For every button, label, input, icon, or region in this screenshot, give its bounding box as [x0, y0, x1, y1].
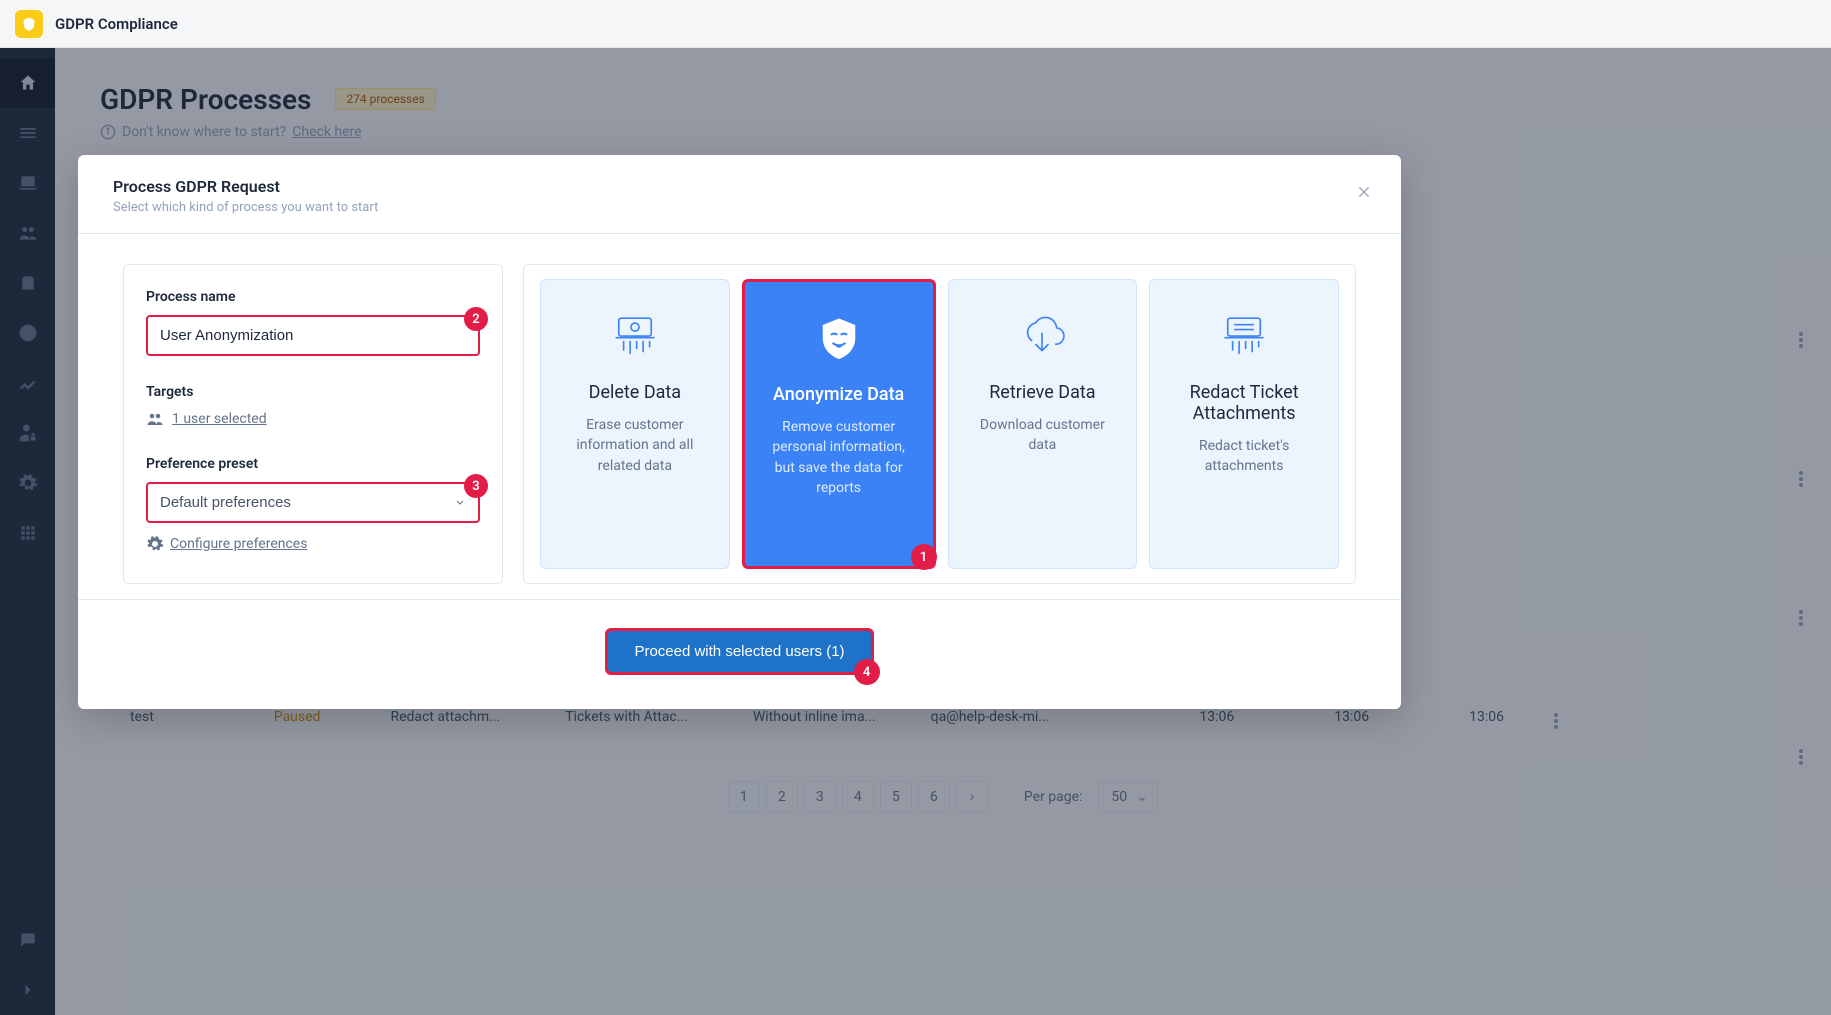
card-retrieve-data[interactable]: Retrieve Data Download customer data [948, 279, 1138, 569]
modal-title: Process GDPR Request [113, 177, 1366, 196]
card-title: Retrieve Data [989, 382, 1095, 403]
proceed-button[interactable]: Proceed with selected users (1) [605, 628, 873, 675]
card-desc: Remove customer personal information, bu… [759, 417, 919, 498]
card-title: Delete Data [589, 382, 681, 403]
configure-row: Configure preferences [146, 535, 480, 553]
card-delete-data[interactable]: Delete Data Erase customer information a… [540, 279, 730, 569]
targets-label: Targets [146, 384, 480, 400]
shredder-icon [609, 308, 661, 364]
card-desc: Download customer data [963, 415, 1123, 456]
card-desc: Redact ticket's attachments [1164, 436, 1324, 477]
app-title: GDPR Compliance [55, 15, 178, 33]
process-gdpr-modal: Process GDPR Request Select which kind o… [78, 155, 1401, 709]
modal-close-button[interactable] [1352, 180, 1376, 204]
process-types-panel: Delete Data Erase customer information a… [523, 264, 1356, 584]
configure-preferences-link[interactable]: Configure preferences [170, 536, 307, 552]
step-badge-3: 3 [464, 474, 488, 498]
gear-icon [146, 535, 164, 553]
cloud-download-icon [1016, 308, 1068, 364]
card-title: Redact Ticket Attachments [1164, 382, 1324, 424]
step-badge-2: 2 [464, 307, 488, 331]
preset-label: Preference preset [146, 456, 480, 472]
card-title: Anonymize Data [773, 384, 904, 405]
targets-row: 1 user selected [146, 410, 480, 428]
modal-body: Process name 2 Targets 1 user selected P… [78, 234, 1401, 599]
process-name-input[interactable] [146, 315, 480, 356]
redact-icon [1218, 308, 1270, 364]
step-badge-1: 1 [911, 544, 937, 570]
anonymous-icon [813, 310, 865, 366]
app-logo [15, 10, 43, 38]
process-name-label: Process name [146, 289, 480, 305]
targets-link[interactable]: 1 user selected [172, 411, 267, 427]
topbar: GDPR Compliance [0, 0, 1831, 48]
card-desc: Erase customer information and all relat… [555, 415, 715, 476]
process-settings-panel: Process name 2 Targets 1 user selected P… [123, 264, 503, 584]
card-anonymize-data[interactable]: Anonymize Data Remove customer personal … [742, 279, 936, 569]
step-badge-4: 4 [854, 659, 880, 685]
modal-footer: Proceed with selected users (1) 4 [78, 599, 1401, 709]
card-redact-attachments[interactable]: Redact Ticket Attachments Redact ticket'… [1149, 279, 1339, 569]
modal-subtitle: Select which kind of process you want to… [113, 200, 1366, 215]
preset-select[interactable]: Default preferences [146, 482, 480, 523]
modal-header: Process GDPR Request Select which kind o… [78, 155, 1401, 234]
users-icon [146, 410, 164, 428]
close-icon [1356, 184, 1372, 200]
